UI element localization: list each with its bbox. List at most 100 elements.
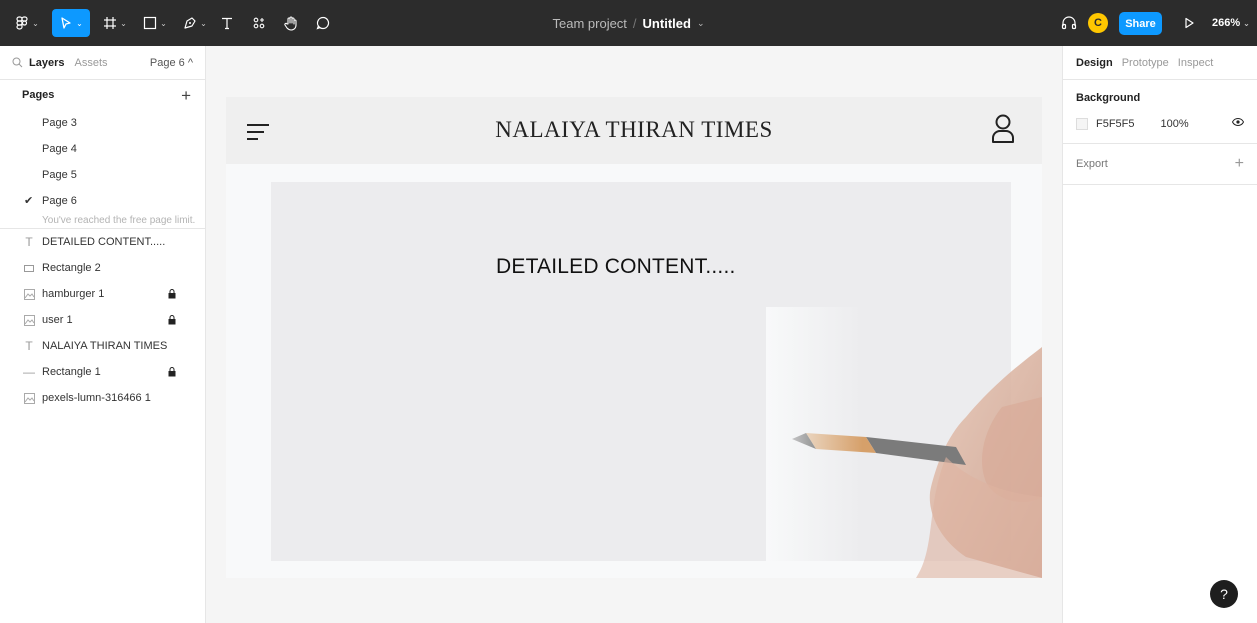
toolbar: ⌄ ⌄ ⌄ ⌄ ⌄ Team project / Untitled ⌄ C Sh… bbox=[0, 0, 1257, 46]
file-name[interactable]: Untitled bbox=[643, 16, 691, 31]
page-selector[interactable]: Page 6 ^ bbox=[150, 57, 193, 69]
text-icon: T bbox=[25, 235, 33, 249]
lock-icon[interactable] bbox=[168, 367, 176, 380]
headphones-icon bbox=[1061, 16, 1077, 30]
layer-label: Rectangle 2 bbox=[42, 262, 101, 274]
user-icon[interactable] bbox=[991, 114, 1015, 144]
title-separator: / bbox=[632, 15, 637, 31]
frame-header[interactable]: NALAIYA THIRAN TIMES bbox=[226, 97, 1042, 164]
comment-tool-button[interactable] bbox=[312, 9, 334, 37]
rectangle-icon bbox=[144, 16, 157, 30]
zoom-menu[interactable]: 266% ⌄ bbox=[1212, 0, 1250, 46]
layer-item[interactable]: pexels-lumn-316466 1 bbox=[0, 385, 205, 411]
chevron-down-icon[interactable]: ⌄ bbox=[697, 18, 705, 29]
resources-tool-button[interactable] bbox=[248, 9, 270, 37]
pointer-icon bbox=[61, 17, 71, 29]
layer-label: DETAILED CONTENT..... bbox=[42, 236, 166, 248]
tab-assets[interactable]: Assets bbox=[74, 57, 107, 69]
comment-icon bbox=[316, 16, 330, 30]
page-label: Page 3 bbox=[42, 117, 77, 129]
text-tool-button[interactable] bbox=[216, 9, 238, 37]
play-icon bbox=[1185, 17, 1194, 29]
layer-item[interactable]: user 1 bbox=[0, 307, 205, 333]
add-page-icon[interactable]: + bbox=[181, 87, 191, 104]
tab-design[interactable]: Design bbox=[1076, 57, 1113, 69]
export-label: Export bbox=[1076, 158, 1108, 170]
lock-icon[interactable] bbox=[168, 289, 176, 302]
present-button[interactable] bbox=[1178, 9, 1200, 37]
page-item[interactable]: Page 4 bbox=[0, 136, 205, 162]
page-label: Page 6 bbox=[42, 195, 77, 207]
background-label: Background bbox=[1076, 92, 1141, 104]
layer-item[interactable]: T DETAILED CONTENT..... bbox=[0, 229, 205, 255]
share-button[interactable]: Share bbox=[1119, 12, 1162, 35]
chevron-down-icon: ⌄ bbox=[160, 18, 167, 28]
image-icon bbox=[22, 314, 36, 326]
search-icon[interactable] bbox=[12, 57, 23, 68]
page-limit-note: You've reached the free page limit. bbox=[42, 215, 196, 226]
hand-pencil-image[interactable] bbox=[766, 307, 1042, 578]
color-swatch[interactable] bbox=[1076, 118, 1088, 130]
layer-label: user 1 bbox=[42, 314, 73, 326]
image-icon bbox=[22, 288, 36, 300]
page-item[interactable]: Page 3 bbox=[0, 110, 205, 136]
tab-inspect[interactable]: Inspect bbox=[1178, 57, 1213, 69]
add-export-icon[interactable]: + bbox=[1235, 156, 1244, 172]
export-section: Export + bbox=[1063, 144, 1257, 185]
pages-header: Pages + bbox=[0, 80, 205, 110]
page-label: Page 5 bbox=[42, 169, 77, 181]
text-icon: T bbox=[25, 339, 33, 353]
lock-icon[interactable] bbox=[168, 315, 176, 328]
main-menu-button[interactable]: ⌄ bbox=[10, 9, 44, 37]
hand-tool-button[interactable] bbox=[280, 9, 302, 37]
background-opacity-input[interactable]: 100% bbox=[1161, 118, 1189, 130]
zoom-level: 266% bbox=[1212, 17, 1241, 29]
layer-label: pexels-lumn-316466 1 bbox=[42, 392, 151, 404]
line-icon: — bbox=[23, 365, 35, 379]
frame-tool-button[interactable]: ⌄ bbox=[98, 9, 132, 37]
move-tool-button[interactable]: ⌄ bbox=[52, 9, 90, 37]
background-hex-input[interactable]: F5F5F5 bbox=[1096, 118, 1135, 130]
project-name[interactable]: Team project bbox=[553, 16, 627, 31]
pages-list: Page 3 Page 4 Page 5 ✔ Page 6 You've reac… bbox=[0, 110, 205, 228]
pages-label: Pages bbox=[22, 89, 55, 101]
detailed-content-text[interactable]: DETAILED CONTENT..... bbox=[496, 255, 736, 279]
background-section: Background F5F5F5 100% bbox=[1063, 80, 1257, 144]
right-panel-tabs: Design Prototype Inspect bbox=[1063, 46, 1257, 80]
pen-icon bbox=[184, 17, 196, 29]
tab-layers[interactable]: Layers bbox=[29, 57, 64, 69]
text-icon bbox=[222, 17, 232, 30]
page-item-selected[interactable]: ✔ Page 6 bbox=[0, 188, 205, 214]
pen-tool-button[interactable]: ⌄ bbox=[178, 9, 212, 37]
avatar[interactable]: C bbox=[1088, 13, 1108, 33]
check-icon: ✔ bbox=[24, 195, 34, 207]
left-panel-tabs: Layers Assets Page 6 ^ bbox=[0, 46, 205, 80]
audio-button[interactable] bbox=[1058, 9, 1080, 37]
figma-logo-icon bbox=[16, 16, 28, 30]
layer-item[interactable]: hamburger 1 bbox=[0, 281, 205, 307]
brand-title[interactable]: NALAIYA THIRAN TIMES bbox=[226, 117, 1042, 143]
layer-label: hamburger 1 bbox=[42, 288, 105, 300]
canvas[interactable]: NALAIYA THIRAN TIMES DETAILED CONTENT...… bbox=[206, 46, 1062, 623]
chevron-down-icon: ⌄ bbox=[120, 18, 127, 28]
left-panel: Layers Assets Page 6 ^ Pages + Page 3 Pa… bbox=[0, 46, 206, 623]
tab-prototype[interactable]: Prototype bbox=[1122, 57, 1169, 69]
page-label: Page 4 bbox=[42, 143, 77, 155]
chevron-down-icon: ⌄ bbox=[1243, 18, 1250, 28]
design-frame[interactable]: NALAIYA THIRAN TIMES DETAILED CONTENT...… bbox=[226, 97, 1042, 578]
components-icon bbox=[253, 17, 265, 29]
layer-item[interactable]: T NALAIYA THIRAN TIMES bbox=[0, 333, 205, 359]
frame-icon bbox=[104, 17, 117, 29]
chevron-down-icon: ⌄ bbox=[200, 18, 207, 28]
layer-label: NALAIYA THIRAN TIMES bbox=[42, 340, 168, 352]
shape-tool-button[interactable]: ⌄ bbox=[138, 9, 172, 37]
layer-item[interactable]: Rectangle 2 bbox=[0, 255, 205, 281]
layer-label: Rectangle 1 bbox=[42, 366, 101, 378]
rectangle-icon bbox=[22, 264, 36, 272]
background-fill-row: F5F5F5 100% bbox=[1076, 117, 1244, 131]
help-button[interactable]: ? bbox=[1210, 580, 1238, 608]
eye-icon[interactable] bbox=[1232, 118, 1244, 126]
layer-item[interactable]: — Rectangle 1 bbox=[0, 359, 205, 385]
page-item[interactable]: Page 5 bbox=[0, 162, 205, 188]
hand-icon bbox=[284, 15, 297, 31]
